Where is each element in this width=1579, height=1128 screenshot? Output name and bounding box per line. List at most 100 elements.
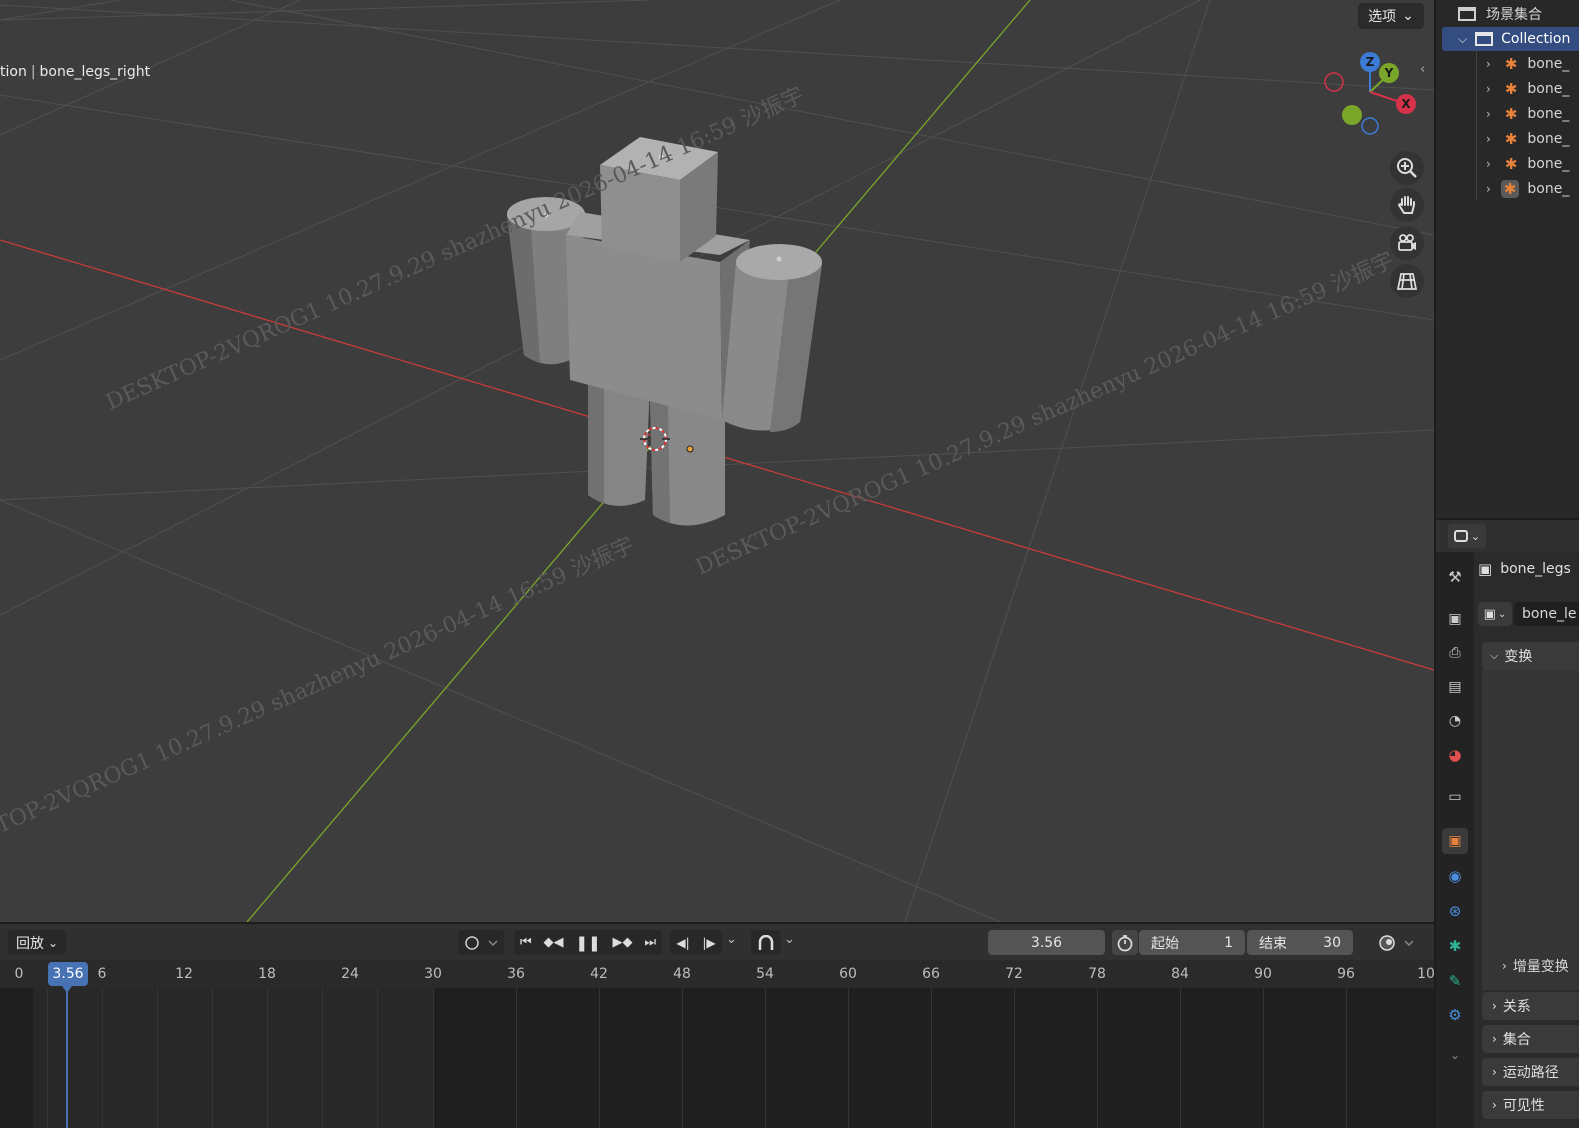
collection-box-icon — [1475, 32, 1494, 46]
playhead-line[interactable] — [66, 976, 68, 1128]
playback-controls: ⏮ ◆◀ ❚❚ ▶◆ ⏭ — [514, 930, 662, 955]
outliner-armature-row-active[interactable]: › ✱ bone_ — [1436, 177, 1579, 201]
delta-transform-label: 增量变换 — [1512, 959, 1569, 975]
frame-line — [157, 988, 158, 1128]
outliner-panel[interactable]: 场景集合 ⌵ Collection › ✱ bone_ › ✱ bone_ › … — [1436, 0, 1579, 518]
pause-icon[interactable]: ❚❚ — [575, 934, 600, 952]
tab-object-data[interactable]: ✱ — [1442, 933, 1468, 959]
transform-panel-header[interactable]: ⌵ 变换 — [1482, 642, 1579, 670]
chevron-right-icon[interactable]: › — [1486, 107, 1491, 121]
tab-view-layer[interactable]: ▤ — [1442, 674, 1468, 700]
previous-keyframe-icon[interactable]: ◆◀ — [544, 935, 564, 950]
camera-view-button[interactable] — [1390, 226, 1424, 260]
end-frame-field[interactable]: 结束 30 — [1247, 930, 1353, 955]
armature-icon: ✱ — [1504, 80, 1518, 98]
step-forward-icon[interactable]: |▶ — [702, 936, 715, 950]
chevron-right-icon[interactable]: › — [1486, 57, 1491, 71]
tab-constraints[interactable]: ⊛ — [1442, 898, 1468, 924]
outliner-armature-row[interactable]: › ✱ bone_ — [1436, 152, 1579, 176]
relations-panel-header[interactable]: › 关系 — [1482, 992, 1579, 1020]
editor-type-dropdown[interactable]: ⌄ — [1448, 524, 1486, 548]
chevron-right-icon: › — [1492, 1065, 1497, 1079]
ortho-toggle-button[interactable] — [1390, 264, 1424, 298]
tab-scene[interactable]: ◔ — [1442, 708, 1468, 734]
outliner-scene-collection[interactable]: 场景集合 — [1436, 2, 1579, 26]
start-frame-field[interactable]: 起始 1 — [1139, 930, 1245, 955]
tab-modifiers[interactable]: ◉ — [1442, 863, 1468, 889]
chevron-down-icon[interactable]: ⌵ — [1458, 32, 1467, 47]
start-frame-value: 1 — [1224, 934, 1233, 951]
chevron-down-icon[interactable]: ⌄ — [784, 932, 795, 947]
tick-label: 90 — [1254, 966, 1272, 982]
frame-line — [931, 988, 932, 1128]
breadcrumb-collection: tion — [0, 64, 27, 80]
jump-to-start-icon[interactable]: ⏮ — [520, 935, 532, 950]
tab-collection[interactable]: ▭ — [1442, 784, 1468, 810]
preview-range-toggle[interactable] — [1112, 930, 1138, 955]
watermark-text: DESKTOP-2VQROG1 10.27.9.29 shazhenyu 202… — [0, 533, 638, 866]
outliner-armature-row[interactable]: › ✱ bone_ — [1436, 77, 1579, 101]
auto-keying-toggle[interactable] — [458, 930, 504, 955]
playback-dropdown[interactable]: 回放 ⌄ — [8, 930, 66, 955]
bone-icon: ✎ — [1448, 972, 1462, 990]
collections-panel-header[interactable]: › 集合 — [1482, 1025, 1579, 1053]
motion-paths-panel-header[interactable]: › 运动路径 — [1482, 1058, 1579, 1086]
tab-render[interactable]: ▣ — [1442, 606, 1468, 632]
chevron-right-icon: › — [1492, 1098, 1497, 1112]
properties-tab-bar: ⚒ ▣ ⎙ ▤ ◔ ◕ ▭ ▣ ◉ ⊛ ✱ ✎ ⚙ ⌄ — [1436, 552, 1474, 1128]
delta-transform-subpanel[interactable]: › 增量变换 — [1502, 956, 1579, 976]
zoom-button[interactable] — [1390, 151, 1424, 185]
outliner-armature-row[interactable]: › ✱ bone_ — [1436, 102, 1579, 126]
transform-panel-body: › 增量变换 — [1482, 670, 1579, 990]
tick-label: 96 — [1337, 966, 1355, 982]
scene-frame-range — [33, 988, 434, 1128]
svg-text:Z: Z — [1366, 55, 1375, 69]
chevron-right-icon[interactable]: › — [1486, 182, 1491, 196]
tab-tool[interactable]: ⚒ — [1442, 564, 1468, 590]
tab-bone[interactable]: ✎ — [1442, 968, 1468, 994]
next-keyframe-icon[interactable]: ▶◆ — [612, 935, 632, 950]
outliner-collection-row[interactable]: ⌵ Collection — [1442, 27, 1579, 51]
pan-button[interactable] — [1390, 188, 1424, 222]
tab-world[interactable]: ◕ — [1442, 742, 1468, 768]
object-name-field[interactable]: bone_le — [1514, 602, 1579, 626]
frame-line — [267, 988, 268, 1128]
outliner-armature-row[interactable]: › ✱ bone_ — [1436, 52, 1579, 76]
step-back-icon[interactable]: ◀| — [676, 936, 689, 950]
tab-bone-constraints[interactable]: ⚙ — [1442, 1002, 1468, 1028]
frame-line — [1014, 988, 1015, 1128]
sidebar-toggle-icon[interactable]: ‹ — [1420, 62, 1425, 77]
3d-viewport[interactable]: DESKTOP-2VQROG1 10.27.9.29 shazhenyu 202… — [0, 0, 1434, 922]
timeline-ruler[interactable]: 0 6 12 18 24 30 36 42 48 54 60 66 72 78 … — [0, 960, 1435, 988]
tab-scroll-down[interactable]: ⌄ — [1442, 1042, 1468, 1068]
end-frame-value: 30 — [1323, 934, 1341, 951]
visibility-panel-header[interactable]: › 可见性 — [1482, 1091, 1579, 1119]
properties-content: ▣ bone_legs ▣ ⌄ bone_le ⌵ 变换 › 增量变换 › 关系… — [1474, 552, 1579, 1128]
chevron-right-icon[interactable]: › — [1486, 132, 1491, 146]
tick-label: 48 — [673, 966, 691, 982]
options-dropdown[interactable]: 选项 ⌄ — [1358, 3, 1424, 29]
data-type-dropdown[interactable]: ▣ ⌄ — [1478, 602, 1512, 626]
object-icon: ▣ — [1483, 606, 1496, 622]
tab-output[interactable]: ⎙ — [1442, 640, 1468, 666]
chevron-down-icon[interactable]: ⌄ — [726, 932, 737, 947]
navigation-gizmo[interactable]: Z Y X — [1324, 52, 1416, 135]
viewport-scene[interactable]: DESKTOP-2VQROG1 10.27.9.29 shazhenyu 202… — [0, 0, 1434, 922]
visibility-label: 可见性 — [1502, 1098, 1545, 1114]
scene-icon: ◔ — [1448, 713, 1462, 729]
current-frame-value: 3.56 — [1030, 934, 1063, 951]
tab-object[interactable]: ▣ — [1442, 828, 1468, 854]
playhead-frame-badge[interactable]: 3.56 — [48, 962, 88, 986]
object-origin-dot[interactable] — [686, 445, 694, 453]
chevron-right-icon[interactable]: › — [1486, 157, 1491, 171]
properties-panel[interactable]: ⌄ ⚒ ▣ ⎙ ▤ ◔ ◕ ▭ ▣ ◉ ⊛ ✱ ✎ ⚙ ⌄ ▣ bone_leg… — [1436, 520, 1579, 1128]
keying-set-dropdown[interactable] — [1372, 930, 1422, 955]
playhead-marker-icon[interactable] — [62, 986, 72, 993]
jump-to-end-icon[interactable]: ⏭ — [644, 935, 656, 950]
current-frame-field[interactable]: 3.56 — [988, 930, 1105, 955]
outliner-armature-row[interactable]: › ✱ bone_ — [1436, 127, 1579, 151]
timeline-track-area[interactable] — [0, 988, 1434, 1128]
collections-label: 集合 — [1502, 1032, 1531, 1048]
chevron-right-icon[interactable]: › — [1486, 82, 1491, 96]
snapping-toggle[interactable] — [751, 930, 781, 955]
